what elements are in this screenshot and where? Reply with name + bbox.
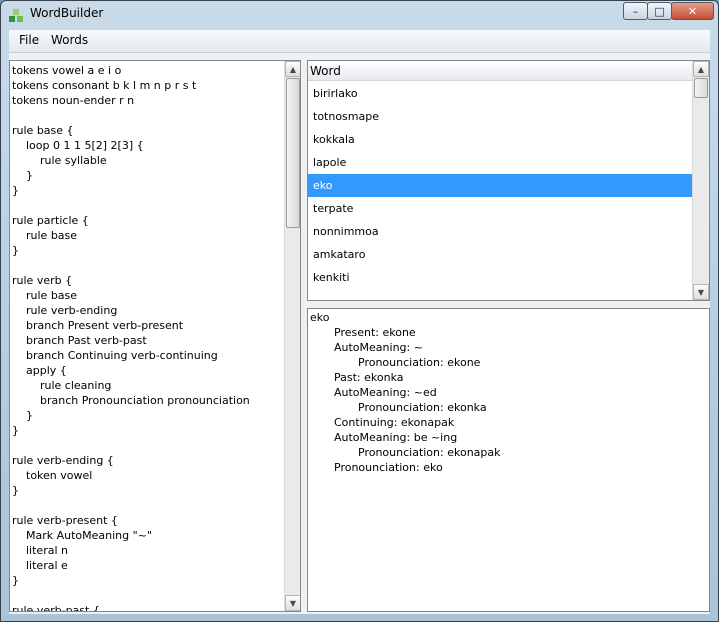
menu-file[interactable]: File	[19, 33, 39, 47]
word-list-item[interactable]: kenkiti	[308, 266, 692, 289]
word-detail-panel: eko Present: ekone AutoMeaning: ~ Pronounci…	[307, 308, 710, 612]
detail-line: Pronounciation: ekonka	[358, 401, 487, 414]
wordbuilder-app-icon	[9, 9, 23, 22]
arrow-up-icon: ▲	[289, 64, 297, 74]
detail-line: AutoMeaning: be ~ing	[334, 431, 458, 444]
word-list-item[interactable]: terpate	[308, 197, 692, 220]
editor-scroll-down-button[interactable]: ▼	[285, 595, 300, 611]
words-scroll-down-button[interactable]: ▼	[693, 284, 709, 300]
word-column-header-label: Word	[310, 64, 341, 78]
word-list-item[interactable]: lapole	[308, 151, 692, 174]
word-list-item[interactable]: totnosmape	[308, 105, 692, 128]
editor-scroll-up-button[interactable]: ▲	[285, 61, 300, 77]
title-bar[interactable]: WordBuilder – □ ✕	[1, 1, 718, 29]
arrow-up-icon: ▲	[697, 64, 705, 74]
words-list[interactable]: Word birirlako totnosmape kokkala lapole eko…	[307, 60, 710, 301]
app-window: WordBuilder – □ ✕ File Words tokens vowe…	[0, 0, 719, 622]
words-scroll-thumb[interactable]	[694, 78, 708, 98]
word-list-item[interactable]: kokkala	[308, 128, 692, 151]
client-area: tokens vowel a e i o tokens consonant b …	[9, 53, 710, 614]
words-scrollbar[interactable]: ▲ ▼	[692, 61, 709, 300]
word-list-item[interactable]: birirlako	[308, 82, 692, 105]
close-button[interactable]: ✕	[671, 2, 714, 20]
word-list-item[interactable]: amkataro	[308, 243, 692, 266]
detail-line: Past: ekonka	[334, 371, 404, 384]
minimize-icon: –	[632, 4, 639, 18]
word-list-item[interactable]: eko	[308, 174, 692, 197]
menu-bar: File Words	[9, 30, 710, 53]
detail-line: eko	[310, 311, 330, 324]
arrow-down-icon: ▼	[289, 598, 297, 608]
close-icon: ✕	[687, 4, 698, 18]
grammar-editor[interactable]: tokens vowel a e i o tokens consonant b …	[9, 60, 301, 612]
arrow-down-icon: ▼	[697, 287, 705, 297]
word-list-item[interactable]: nonnimmoa	[308, 220, 692, 243]
menu-words[interactable]: Words	[51, 33, 88, 47]
word-column-header[interactable]: Word	[308, 61, 692, 81]
words-scroll-up-button[interactable]: ▲	[693, 61, 709, 77]
editor-scroll-thumb[interactable]	[286, 78, 300, 228]
detail-line: Continuing: ekonapak	[334, 416, 455, 429]
detail-line: Pronounciation: ekonapak	[358, 446, 501, 459]
editor-scrollbar[interactable]: ▲ ▼	[284, 61, 300, 611]
maximize-button[interactable]: □	[647, 2, 672, 20]
maximize-icon: □	[654, 4, 665, 18]
grammar-text[interactable]: tokens vowel a e i o tokens consonant b …	[12, 63, 280, 611]
window-title: WordBuilder	[30, 6, 104, 20]
detail-line: Pronounciation: ekone	[358, 356, 481, 369]
detail-line: AutoMeaning: ~	[334, 341, 423, 354]
detail-line: AutoMeaning: ~ed	[334, 386, 437, 399]
detail-line: Present: ekone	[334, 326, 416, 339]
minimize-button[interactable]: –	[623, 2, 648, 20]
detail-line: Pronounciation: eko	[334, 461, 443, 474]
